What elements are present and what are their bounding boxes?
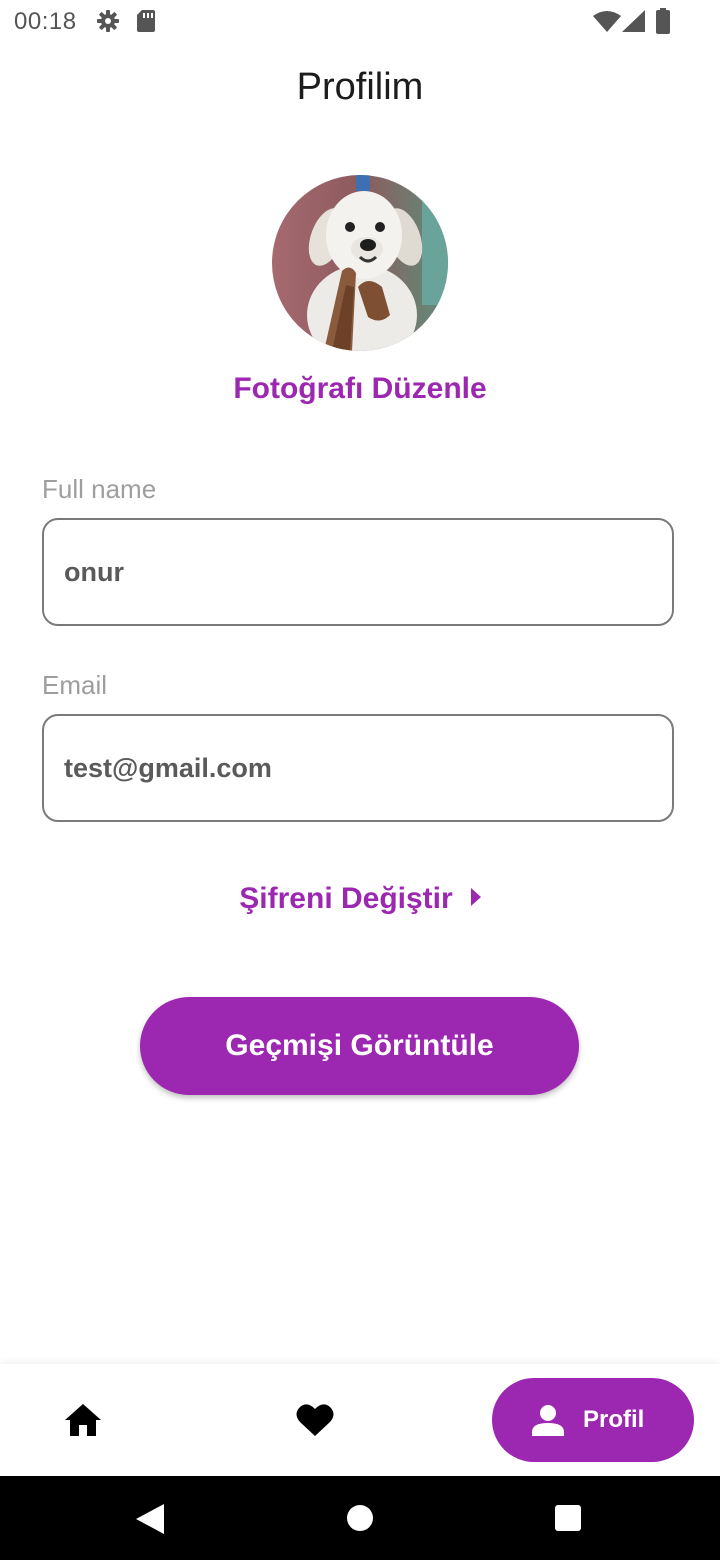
wifi-icon <box>593 11 621 38</box>
home-circle-icon[interactable] <box>347 1505 373 1536</box>
bottom-navigation: Profil <box>0 1364 720 1476</box>
full-name-field[interactable]: onur <box>42 518 674 626</box>
system-navigation-bar <box>0 1476 720 1560</box>
cell-signal-icon <box>622 10 646 37</box>
email-label: Email <box>42 670 108 700</box>
person-icon <box>532 1404 564 1441</box>
settings-icon <box>96 9 120 38</box>
sd-card-icon <box>136 9 156 38</box>
change-password-label: Şifreni Değiştir <box>239 882 453 915</box>
edit-photo-link[interactable]: Fotoğrafı Düzenle <box>0 372 720 406</box>
nav-profile-button[interactable]: Profil <box>492 1378 694 1462</box>
nav-profile-label: Profil <box>583 1406 645 1433</box>
email-value: test@gmail.com <box>64 753 272 783</box>
recents-icon[interactable] <box>555 1505 581 1536</box>
page-title: Profilim <box>296 66 424 108</box>
status-bar: 00:18 <box>0 0 720 42</box>
nav-favorites-button[interactable] <box>296 1402 334 1438</box>
arrow-right-icon <box>470 888 481 907</box>
view-history-button[interactable]: Geçmişi Görüntüle <box>140 997 579 1095</box>
email-field[interactable]: test@gmail.com <box>42 714 674 822</box>
battery-icon <box>656 8 670 39</box>
back-icon[interactable] <box>136 1504 164 1539</box>
heart-icon <box>296 1404 334 1436</box>
avatar[interactable] <box>272 175 448 351</box>
full-name-value: onur <box>64 557 124 587</box>
status-time: 00:18 <box>14 8 77 35</box>
profile-screen: 00:18 Profilim Fotoğrafı Düzenle Full na… <box>0 0 720 1560</box>
change-password-link[interactable]: Şifreni Değiştir <box>0 882 720 916</box>
full-name-label: Full name <box>42 474 157 504</box>
home-icon <box>65 1404 101 1436</box>
nav-home-button[interactable] <box>64 1402 102 1438</box>
